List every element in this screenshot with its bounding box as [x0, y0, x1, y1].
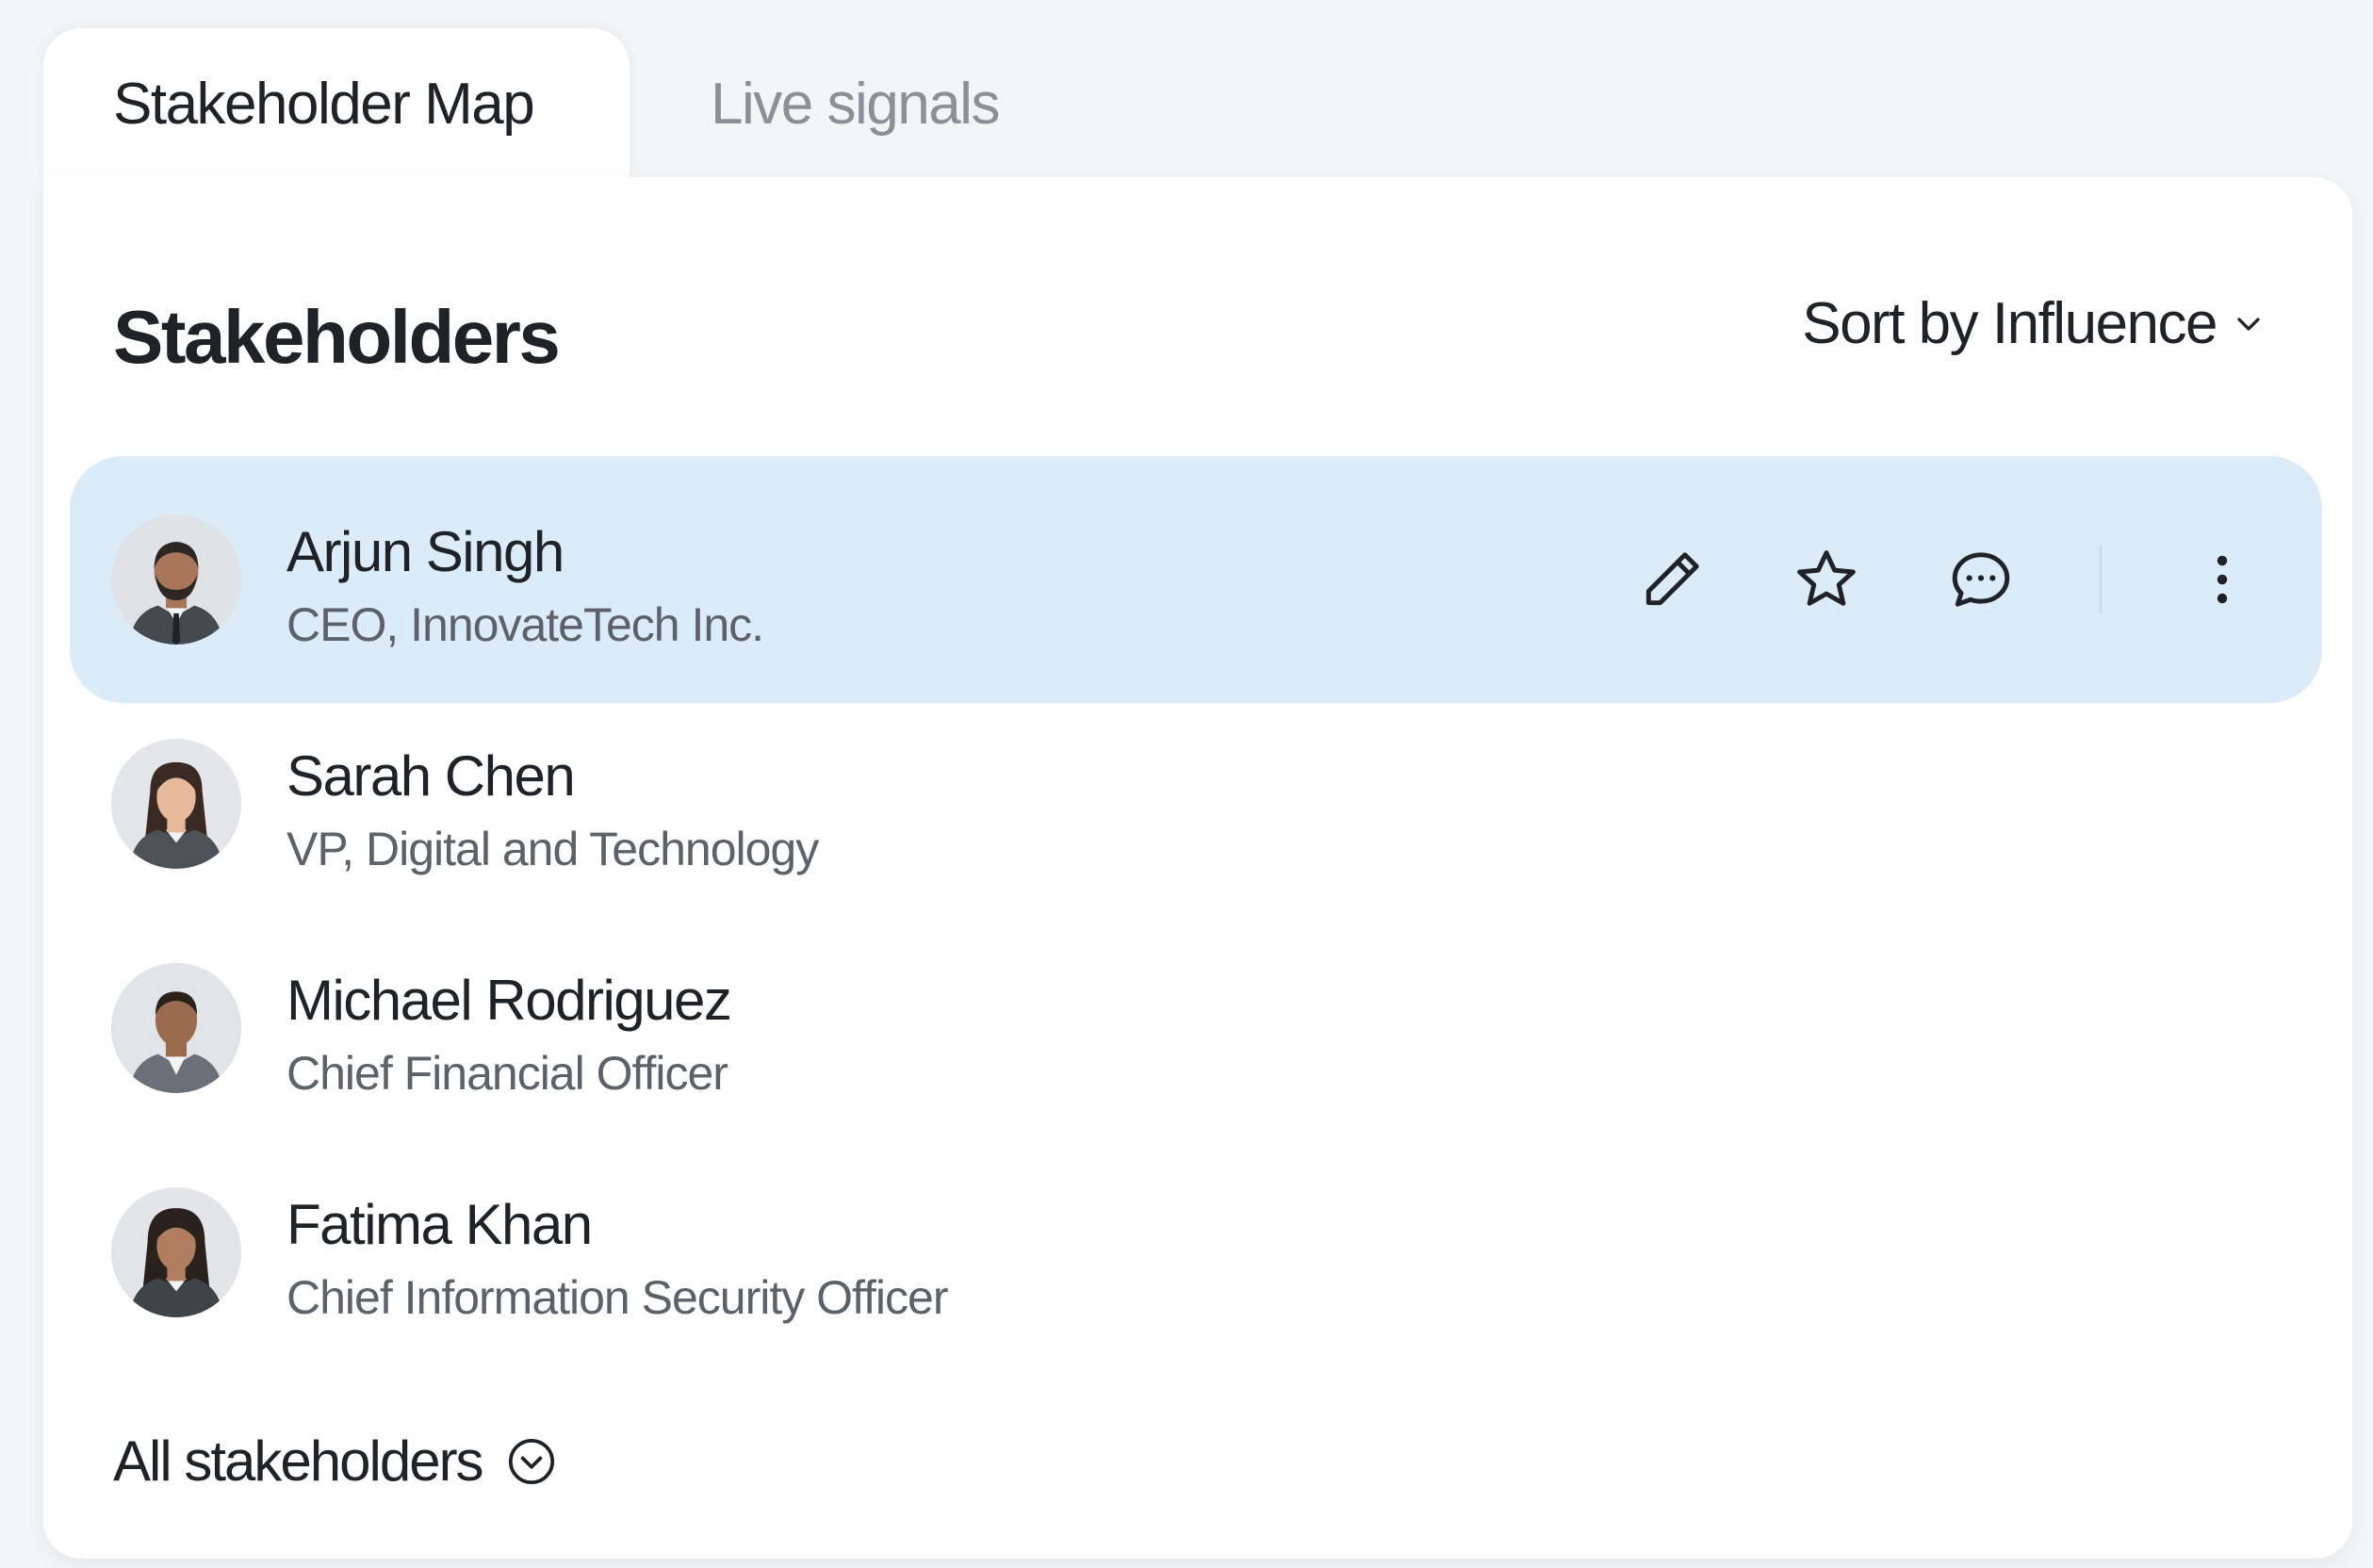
- favorite-button[interactable]: [1783, 536, 1870, 623]
- stakeholder-name: Sarah Chen: [286, 744, 576, 808]
- stakeholder-row[interactable]: Arjun Singh CEO, InnovateTech Inc.: [70, 456, 2322, 703]
- star-icon: [1797, 550, 1856, 606]
- message-button[interactable]: [1938, 536, 2024, 623]
- stakeholder-title: CEO, InnovateTech Inc.: [286, 598, 764, 651]
- more-options-button[interactable]: [2179, 536, 2266, 623]
- row-actions: [1628, 456, 2266, 703]
- tab-label: Live signals: [711, 71, 1000, 137]
- stakeholder-title: Chief Information Security Officer: [286, 1271, 948, 1324]
- avatar: [111, 739, 241, 869]
- stakeholder-name: Arjun Singh: [286, 520, 565, 583]
- stakeholder-title: Chief Financial Officer: [286, 1047, 728, 1100]
- stakeholder-info: Sarah Chen VP, Digital and Technology: [286, 744, 819, 875]
- chat-icon: [1952, 552, 2010, 607]
- chevron-circle-down-icon: [508, 1438, 554, 1484]
- chevron-down-icon: [2237, 317, 2260, 331]
- stakeholder-row[interactable]: Sarah Chen VP, Digital and Technology: [70, 680, 2322, 927]
- stakeholder-info: Fatima Khan Chief Information Security O…: [286, 1193, 948, 1324]
- edit-button[interactable]: [1628, 536, 1715, 623]
- sort-label: Sort by Influence: [1802, 291, 2218, 356]
- stakeholder-row[interactable]: Fatima Khan Chief Information Security O…: [70, 1129, 2322, 1376]
- avatar: [111, 1187, 241, 1317]
- avatar: [111, 963, 241, 1093]
- stakeholder-info: Michael Rodriguez Chief Financial Office…: [286, 969, 732, 1100]
- avatar: [111, 514, 241, 645]
- stakeholders-card: Stakeholders Sort by Influence Arjun Sin…: [43, 177, 2352, 1559]
- sort-dropdown[interactable]: Sort by Influence: [1802, 290, 2267, 357]
- all-stakeholders-label: All stakeholders: [113, 1429, 484, 1493]
- stakeholder-name: Michael Rodriguez: [286, 969, 732, 1032]
- more-vertical-icon: [2217, 555, 2228, 604]
- all-stakeholders-button[interactable]: All stakeholders: [113, 1429, 558, 1494]
- stakeholder-list: Arjun Singh CEO, InnovateTech Inc. Sarah…: [70, 456, 2322, 1353]
- stakeholder-row[interactable]: Michael Rodriguez Chief Financial Office…: [70, 905, 2322, 1152]
- tab-label: Stakeholder Map: [113, 71, 535, 137]
- tab-stakeholder-map[interactable]: Stakeholder Map: [43, 28, 630, 179]
- stakeholder-title: VP, Digital and Technology: [286, 823, 819, 875]
- actions-divider: [2100, 546, 2102, 613]
- section-title: Stakeholders: [113, 295, 561, 379]
- pencil-icon: [1645, 552, 1699, 606]
- tab-bar: Stakeholder Map Live signals: [43, 28, 1000, 179]
- stakeholder-name: Fatima Khan: [286, 1193, 593, 1256]
- tab-live-signals[interactable]: Live signals: [630, 28, 1000, 179]
- stakeholder-info: Arjun Singh CEO, InnovateTech Inc.: [286, 520, 764, 651]
